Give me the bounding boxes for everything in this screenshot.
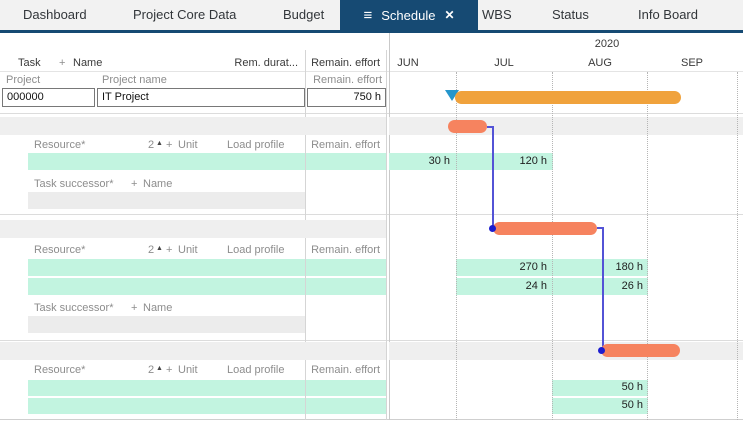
- gantt-bar-task-3[interactable]: [601, 344, 680, 357]
- top-navbar: Dashboard Project Core Data Budget ≡ Sch…: [0, 0, 743, 30]
- dependency-dot: [598, 347, 605, 354]
- nav-wbs[interactable]: WBS: [482, 0, 512, 30]
- successor-header: Task successor*: [34, 178, 113, 190]
- task-row-bg: [0, 342, 386, 360]
- timeline-year: 2020: [595, 38, 619, 50]
- gantt-bar-task-2[interactable]: [493, 222, 597, 235]
- project-effort-label: Remain. effort: [306, 74, 382, 86]
- successor-name-header: Name: [143, 178, 172, 190]
- tab-schedule[interactable]: ≡ Schedule ✕: [340, 0, 478, 30]
- nav-underline: [0, 30, 743, 33]
- gantt-effort-value: 270 h: [497, 259, 547, 276]
- col-header-rem-duration[interactable]: Rem. durat...: [200, 57, 298, 69]
- col-header-task[interactable]: Task: [18, 57, 41, 69]
- nav-project-core-data[interactable]: Project Core Data: [133, 0, 236, 30]
- dependency-dot: [489, 225, 496, 232]
- hamburger-icon[interactable]: ≡: [363, 8, 372, 23]
- sort-count[interactable]: 2: [148, 139, 154, 151]
- unit-header: Unit: [178, 364, 198, 376]
- timeline-month-jul: JUL: [494, 57, 514, 69]
- resource-row-bg: [28, 259, 305, 276]
- resource-row-bg: [28, 398, 305, 414]
- gantt-effort-value: 50 h: [593, 379, 643, 396]
- project-name-field[interactable]: IT Project: [97, 88, 305, 107]
- remain-effort-header: Remain. effort: [306, 139, 380, 151]
- resource-row-bg: [28, 380, 305, 396]
- load-profile-header: Load profile: [227, 139, 285, 151]
- successor-header: Task successor*: [34, 302, 113, 314]
- remain-effort-header: Remain. effort: [306, 244, 380, 256]
- resource-effort-bg: [306, 398, 386, 414]
- successor-row-bg: [28, 192, 305, 209]
- gantt-effort-value: 180 h: [593, 259, 643, 276]
- load-profile-header: Load profile: [227, 244, 285, 256]
- project-id-label: Project: [6, 74, 40, 86]
- timeline-month-aug: AUG: [588, 57, 612, 69]
- resource-row-bg: [28, 153, 305, 170]
- task-row-bg: [0, 117, 386, 135]
- gantt-splitter[interactable]: [389, 33, 390, 420]
- task-row-gantt-bg: [389, 342, 743, 360]
- resource-header: Resource*: [34, 139, 85, 151]
- resource-header: Resource*: [34, 244, 85, 256]
- resource-header: Resource*: [34, 364, 85, 376]
- gantt-effort-value: 24 h: [497, 278, 547, 295]
- successor-name-header: Name: [143, 302, 172, 314]
- sort-asc-icon[interactable]: ▲: [156, 245, 163, 252]
- project-effort-field[interactable]: 750 h: [307, 88, 386, 107]
- col-header-name[interactable]: Name: [73, 57, 102, 69]
- unit-header: Unit: [178, 244, 198, 256]
- timeline-month-jun: JUN: [397, 57, 418, 69]
- resource-effort-bg: [306, 153, 386, 170]
- load-profile-header: Load profile: [227, 364, 285, 376]
- divider: [0, 340, 743, 341]
- timeline-month-sep: SEP: [681, 57, 703, 69]
- add-resource-icon[interactable]: +: [166, 139, 172, 151]
- sort-asc-icon[interactable]: ▲: [156, 365, 163, 372]
- nav-dashboard[interactable]: Dashboard: [23, 0, 87, 30]
- successor-row-bg: [28, 316, 305, 333]
- resource-effort-bg: [306, 380, 386, 396]
- add-column-icon[interactable]: +: [59, 57, 65, 69]
- close-icon[interactable]: ✕: [444, 9, 454, 21]
- resource-effort-bg: [306, 278, 386, 295]
- gantt-effort-value: 30 h: [400, 153, 450, 170]
- gantt-effort-value: 50 h: [593, 397, 643, 414]
- gantt-effort-value: 26 h: [593, 278, 643, 295]
- divider: [0, 71, 743, 72]
- month-gridline: [552, 72, 553, 420]
- schedule-app: Dashboard Project Core Data Budget ≡ Sch…: [0, 0, 743, 422]
- nav-info-board[interactable]: Info Board: [638, 0, 698, 30]
- month-gridline: [647, 72, 648, 420]
- resource-effort-bg: [306, 259, 386, 276]
- unit-header: Unit: [178, 139, 198, 151]
- nav-status[interactable]: Status: [552, 0, 589, 30]
- add-resource-icon[interactable]: +: [166, 364, 172, 376]
- nav-budget[interactable]: Budget: [283, 0, 324, 30]
- col-header-remain-effort[interactable]: Remain. effort: [306, 57, 380, 69]
- gantt-bar-task-1[interactable]: [448, 120, 487, 133]
- task-row-gantt-bg: [389, 117, 743, 135]
- sort-asc-icon[interactable]: ▲: [156, 140, 163, 147]
- remain-effort-header: Remain. effort: [306, 364, 380, 376]
- gantt-effort-value: 120 h: [497, 153, 547, 170]
- tab-schedule-label: Schedule: [381, 8, 435, 23]
- divider: [0, 113, 743, 114]
- resource-row-bg: [28, 278, 305, 295]
- month-gridline: [737, 72, 738, 420]
- divider: [0, 419, 743, 420]
- sort-count[interactable]: 2: [148, 244, 154, 256]
- dependency-line: [492, 126, 494, 228]
- gantt-bar-project[interactable]: [455, 91, 681, 104]
- project-name-label: Project name: [102, 74, 167, 86]
- sort-count[interactable]: 2: [148, 364, 154, 376]
- task-row-bg: [0, 220, 386, 238]
- project-id-field[interactable]: 000000: [2, 88, 95, 107]
- column-border: [386, 50, 387, 420]
- divider: [0, 214, 743, 215]
- add-successor-icon[interactable]: +: [131, 178, 137, 190]
- add-successor-icon[interactable]: +: [131, 302, 137, 314]
- add-resource-icon[interactable]: +: [166, 244, 172, 256]
